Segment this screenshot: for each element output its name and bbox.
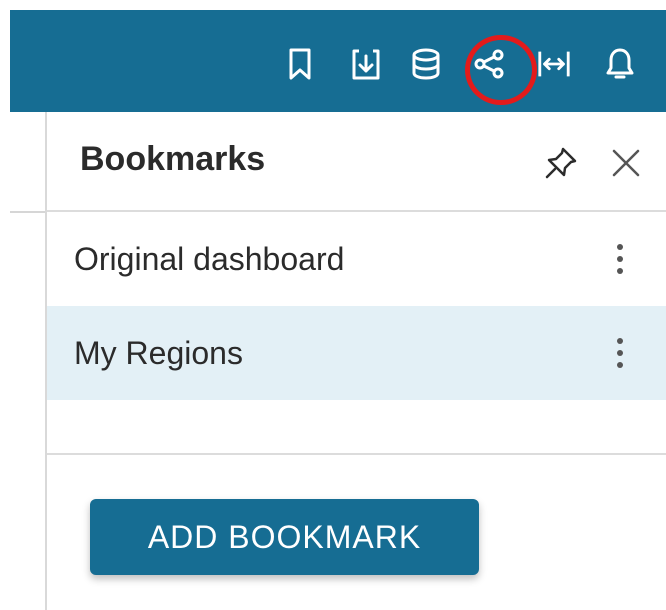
download-icon[interactable] — [348, 44, 384, 84]
dashboard-divider — [10, 211, 45, 213]
bookmark-label: Original dashboard — [74, 240, 345, 277]
database-icon[interactable] — [408, 44, 444, 84]
bookmark-item-my-regions[interactable]: My Regions — [47, 306, 666, 400]
expand-width-icon[interactable] — [536, 44, 572, 84]
top-toolbar — [10, 10, 666, 112]
bookmark-item-original-dashboard[interactable]: Original dashboard — [47, 212, 666, 306]
more-options-icon[interactable] — [605, 231, 635, 287]
share-icon[interactable] — [471, 44, 507, 84]
panel-title: Bookmarks — [80, 140, 266, 178]
dashboard-edge — [10, 112, 45, 610]
pin-icon[interactable] — [542, 144, 580, 182]
bookmark-icon[interactable] — [282, 44, 318, 84]
more-options-icon[interactable] — [605, 325, 635, 381]
bookmarks-panel: Bookmarks Original dashboard My Regions — [45, 112, 666, 610]
bookmark-label: My Regions — [74, 334, 243, 371]
close-icon[interactable] — [607, 144, 645, 182]
app-window: Bookmarks Original dashboard My Regions — [0, 0, 666, 610]
list-divider — [47, 453, 666, 455]
add-bookmark-button[interactable]: ADD BOOKMARK — [90, 499, 479, 575]
bookmark-list: Original dashboard My Regions — [47, 212, 666, 400]
bell-icon[interactable] — [602, 44, 638, 84]
